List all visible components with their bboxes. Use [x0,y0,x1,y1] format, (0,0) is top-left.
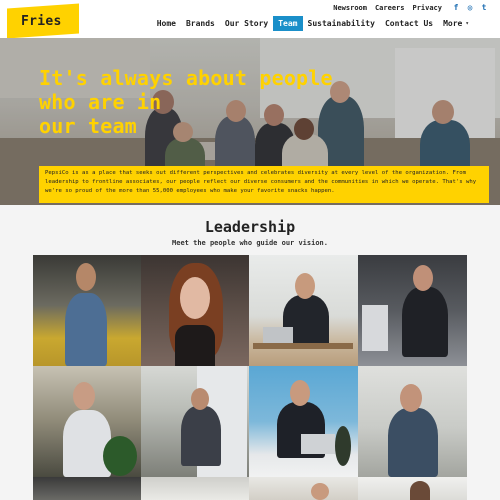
leadership-photo-grid [33,255,467,500]
nav-home[interactable]: Home [152,16,181,31]
leader-photo[interactable] [33,366,141,477]
nav-team[interactable]: Team [273,16,303,31]
utility-link-privacy[interactable]: Privacy [412,4,442,12]
nav-sustainability[interactable]: Sustainability [303,16,380,31]
chevron-down-icon: ▾ [465,20,469,27]
leader-photo[interactable] [141,477,249,500]
twitter-icon[interactable]: t [480,3,488,12]
leader-photo[interactable] [33,477,141,500]
hero-title-line-2: who are in [39,90,162,114]
hero-title: It's always about people who are in our … [39,66,369,138]
hero-title-line-3: our team [39,114,137,138]
instagram-icon[interactable]: ◎ [466,3,474,12]
nav-more[interactable]: More ▾ [438,16,474,31]
utility-link-newsroom[interactable]: Newsroom [333,4,367,12]
hero-title-line-1: It's always about people [39,66,333,90]
leader-photo[interactable] [249,477,358,500]
logo[interactable]: Fries [7,3,79,39]
main-nav: Home Brands Our Story Team Sustainabilit… [152,16,474,31]
hero-description: PepsiCo is as a place that seeks out dif… [39,166,489,203]
site-header: Fries Newsroom Careers Privacy f ◎ t Hom… [0,0,500,39]
leadership-subtitle: Meet the people who guide our vision. [172,239,328,247]
leader-photo[interactable] [141,366,249,477]
leader-photo[interactable] [249,366,358,477]
logo-text: Fries [21,13,62,29]
utility-link-careers[interactable]: Careers [375,4,405,12]
utility-nav: Newsroom Careers Privacy f ◎ t [333,3,488,12]
nav-our-story[interactable]: Our Story [220,16,273,31]
leader-photo[interactable] [33,255,141,366]
leader-photo[interactable] [358,477,467,500]
leader-photo[interactable] [141,255,249,366]
leader-photo[interactable] [358,366,467,477]
leadership-title: Leadership [204,218,296,236]
social-links: f ◎ t [452,3,488,12]
nav-more-label: More [443,19,463,28]
facebook-icon[interactable]: f [452,3,460,12]
nav-contact-us[interactable]: Contact Us [380,16,438,31]
leader-photo[interactable] [358,255,467,366]
nav-brands[interactable]: Brands [181,16,220,31]
hero-banner: It's always about people who are in our … [0,38,500,205]
leader-photo[interactable] [249,255,358,366]
